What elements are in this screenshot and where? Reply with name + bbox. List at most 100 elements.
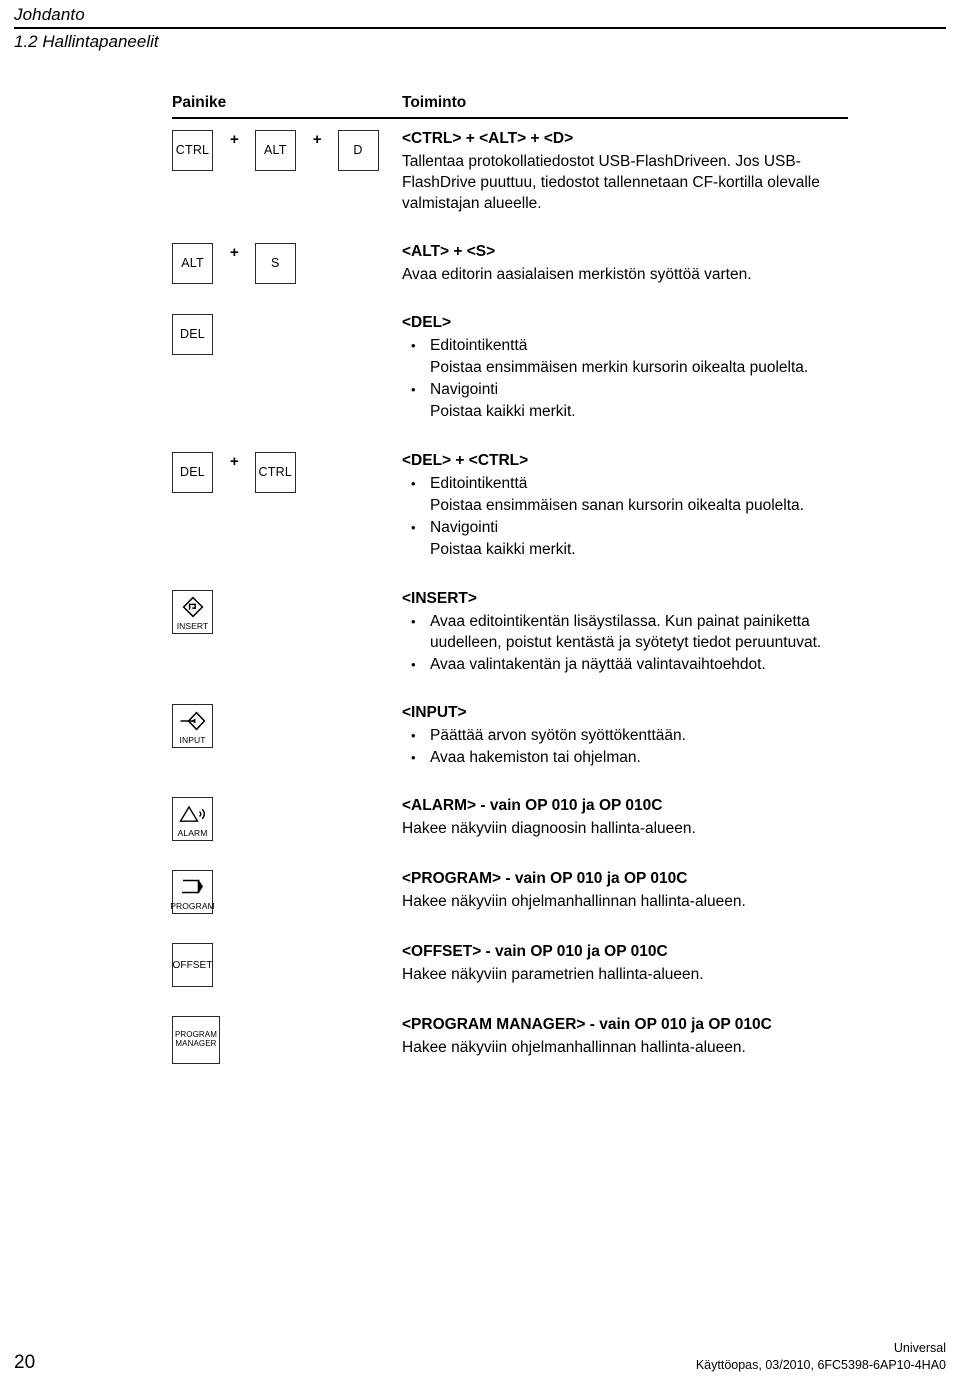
row-spacer (172, 987, 848, 1005)
table-row: INSERT <INSERT> Avaa editointikentän lis… (172, 579, 848, 675)
shortcut-bullet-list: Editointikenttä Poistaa ensimmäisen sana… (402, 473, 844, 560)
row-spacer (172, 423, 848, 441)
header-rule (14, 27, 946, 29)
table-row: PROGRAM <PROGRAM> - vain OP 010 ja OP 01… (170, 859, 848, 914)
table-row: ALT + S <ALT> + <S> Avaa editorin aasial… (172, 232, 848, 285)
column-header-function: Toiminto (402, 94, 467, 111)
header-section-title: 1.2 Hallintapaneelit (14, 32, 159, 51)
key-cap-label: CTRL (175, 143, 210, 157)
key-cap-input[interactable]: INPUT (172, 704, 213, 748)
list-item: Editointikenttä (402, 473, 844, 494)
shortcut-bullet-list: Päättää arvon syötön syöttökenttään. Ava… (402, 725, 844, 768)
shortcut-title: <CTRL> + <ALT> + <D> (402, 130, 574, 147)
key-cap-label: OFFSET (172, 959, 213, 971)
key-cap-alarm[interactable]: ALARM (172, 797, 213, 841)
table-row: INPUT <INPUT> Päättää arvon syötön syött… (172, 693, 848, 768)
plus-separator-icon: + (230, 244, 239, 261)
key-combo-cell: ALT + S (172, 232, 402, 284)
list-item: Päättää arvon syötön syöttökenttään. (402, 725, 844, 746)
function-cell: <PROGRAM MANAGER> - vain OP 010 ja OP 01… (402, 1005, 848, 1058)
input-arrow-diamond-icon (173, 705, 212, 736)
insert-diamond-icon (173, 591, 212, 622)
key-cap-del[interactable]: DEL (172, 452, 213, 493)
shortcut-bullet-list: Avaa editointikentän lisäystilassa. Kun … (402, 611, 844, 675)
row-spacer (172, 914, 848, 932)
key-cap-label: PROGRAM (170, 901, 215, 911)
shortcut-title: <DEL> + <CTRL> (402, 452, 529, 469)
key-cap-del[interactable]: DEL (172, 314, 213, 355)
function-cell: <ALARM> - vain OP 010 ja OP 010C Hakee n… (402, 786, 848, 839)
key-cap-program-manager[interactable]: PROGRAM MANAGER (172, 1016, 220, 1064)
key-combo-cell: PROGRAM (170, 859, 402, 914)
list-item: Avaa editointikentän lisäystilassa. Kun … (402, 611, 844, 653)
table-row: DEL + CTRL <DEL> + <CTRL> Editointikentt… (172, 441, 848, 561)
key-combo-cell: DEL (172, 303, 402, 355)
shortcut-title: <DEL> (402, 314, 452, 331)
table-header-row: Painike Toiminto (172, 93, 848, 117)
table-row: ALARM <ALARM> - vain OP 010 ja OP 010C H… (172, 786, 848, 841)
shortcut-title: <OFFSET> - vain OP 010 ja OP 010C (402, 943, 668, 960)
key-combo-cell: OFFSET (172, 932, 402, 987)
row-spacer (172, 675, 848, 693)
shortcut-description: Hakee näkyviin parametrien hallinta-alue… (402, 966, 704, 983)
shortcut-title: <ALT> + <S> (402, 243, 496, 260)
header-chapter-title: Johdanto (14, 5, 85, 24)
program-bracket-icon (173, 871, 212, 902)
footer-reference: Universal Käyttöopas, 03/2010, 6FC5398-6… (696, 1340, 946, 1374)
key-cap-label: ALT (263, 143, 287, 157)
plus-separator-icon: + (230, 453, 239, 470)
table-row: PROGRAM MANAGER <PROGRAM MANAGER> - vain… (172, 1005, 848, 1064)
row-spacer (172, 561, 848, 579)
row-spacer (172, 214, 848, 232)
page-running-header: Johdanto 1.2 Hallintapaneelit (14, 4, 946, 53)
shortcut-title: <INPUT> (402, 704, 467, 721)
table-row: OFFSET <OFFSET> - vain OP 010 ja OP 010C… (172, 932, 848, 987)
key-cap-ctrl[interactable]: CTRL (172, 130, 213, 171)
key-cap-insert[interactable]: INSERT (172, 590, 213, 634)
key-cap-label: D (353, 143, 363, 157)
key-combo-cell: INSERT (172, 579, 402, 634)
key-combo-cell: ALARM (172, 786, 402, 841)
list-item: Navigointi (402, 379, 844, 400)
footer-manual-reference: Käyttöopas, 03/2010, 6FC5398-6AP10-4HA0 (695, 1358, 946, 1372)
page-number: 20 (14, 1352, 36, 1373)
key-cap-alt[interactable]: ALT (254, 130, 296, 171)
shortcut-bullet-list: Editointikenttä Poistaa ensimmäisen merk… (402, 335, 844, 422)
list-item: Avaa hakemiston tai ohjelman. (402, 747, 844, 768)
key-cap-s[interactable]: S (254, 243, 296, 284)
row-spacer (172, 285, 848, 303)
key-cap-d[interactable]: D (337, 130, 379, 171)
key-combo-cell: CTRL + ALT + D (172, 119, 402, 171)
key-cap-program[interactable]: PROGRAM (170, 870, 215, 914)
key-cap-offset[interactable]: OFFSET (172, 943, 213, 987)
function-cell: <ALT> + <S> Avaa editorin aasialaisen me… (402, 232, 848, 285)
function-cell: <PROGRAM> - vain OP 010 ja OP 010C Hakee… (402, 859, 848, 912)
function-cell: <DEL> Editointikenttä Poistaa ensimmäise… (402, 303, 848, 423)
list-item-detail: Poistaa ensimmäisen merkin kursorin oike… (430, 359, 809, 376)
key-cap-label: DEL (180, 327, 205, 341)
page-footer: 20 Universal Käyttöopas, 03/2010, 6FC539… (14, 1340, 946, 1374)
key-cap-ctrl[interactable]: CTRL (254, 452, 296, 493)
table-row: CTRL + ALT + D <CTRL> + <ALT> + <D> Tall… (172, 119, 848, 214)
key-cap-alt[interactable]: ALT (172, 243, 213, 284)
function-cell: <INSERT> Avaa editointikentän lisäystila… (402, 579, 848, 675)
shortcut-title: <INSERT> (402, 590, 477, 607)
key-cap-label: PROGRAM MANAGER (174, 1030, 218, 1048)
key-combo-cell: INPUT (172, 693, 402, 748)
function-cell: <OFFSET> - vain OP 010 ja OP 010C Hakee … (402, 932, 848, 985)
shortcut-title: <PROGRAM MANAGER> - vain OP 010 ja OP 01… (402, 1016, 772, 1033)
row-spacer (172, 768, 848, 786)
list-item: Editointikenttä (402, 335, 844, 356)
function-cell: <CTRL> + <ALT> + <D> Tallentaa protokoll… (402, 119, 848, 214)
key-cap-label: ALARM (177, 828, 208, 838)
shortcut-description: Avaa editorin aasialaisen merkistön syöt… (402, 266, 752, 283)
key-cap-label: CTRL (258, 465, 292, 479)
column-header-keys: Painike (172, 94, 227, 111)
key-combo-cell: PROGRAM MANAGER (172, 1005, 402, 1064)
plus-separator-icon: + (230, 131, 239, 148)
key-cap-label: ALT (181, 256, 204, 270)
list-item: Navigointi (402, 517, 844, 538)
row-spacer (172, 841, 848, 859)
list-item: Avaa valintakentän ja näyttää valintavai… (402, 654, 844, 675)
shortcut-title: <ALARM> - vain OP 010 ja OP 010C (402, 797, 663, 814)
